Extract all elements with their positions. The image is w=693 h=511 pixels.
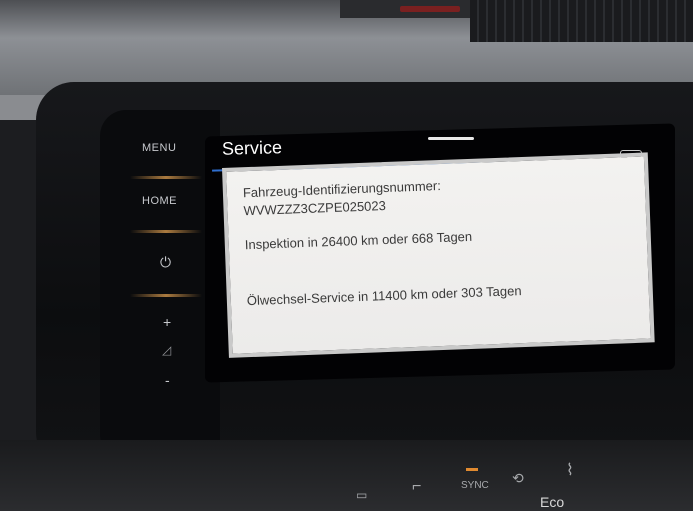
seat-icon[interactable]: ⌐ [412,478,421,496]
climate-panel [0,440,693,511]
oil-service-text: Ölwechsel-Service in 11400 km oder 303 T… [246,283,522,309]
screen-title: Service [221,137,283,159]
home-button[interactable]: HOME [142,195,177,207]
sync-button[interactable]: SYNC [461,480,489,491]
inspection-text: Inspektion in 26400 km oder 668 Tagen [244,228,473,253]
side-button-panel [100,110,220,460]
button-divider-glow [130,294,202,297]
swipe-handle[interactable] [428,137,474,140]
recirculation-icon[interactable]: ⟲ [512,470,524,487]
button-divider-glow [130,176,202,179]
vin-label: Fahrzeug-Identifizierungsnummer: [242,178,442,201]
menu-button[interactable]: MENU [142,142,176,154]
sync-indicator [466,468,478,471]
volume-up-button[interactable]: + [163,314,172,330]
button-divider-glow [130,230,202,233]
service-dialog: Fahrzeug-Identifizierungsnummer: WVWZZZ3… [222,152,655,358]
power-icon[interactable]: ⏻ [160,254,172,271]
eco-button[interactable]: Eco [540,494,564,510]
vin-value: WVWZZZ3CZPE025023 [243,198,387,219]
volume-down-button[interactable]: - [165,372,170,388]
fan-icon[interactable]: ⌇ [566,460,574,480]
air-vent [470,0,693,42]
volume-icon: ◿ [162,343,172,357]
seat-heat-icon[interactable]: ▭ [356,488,367,502]
hazard-strip [400,6,460,12]
